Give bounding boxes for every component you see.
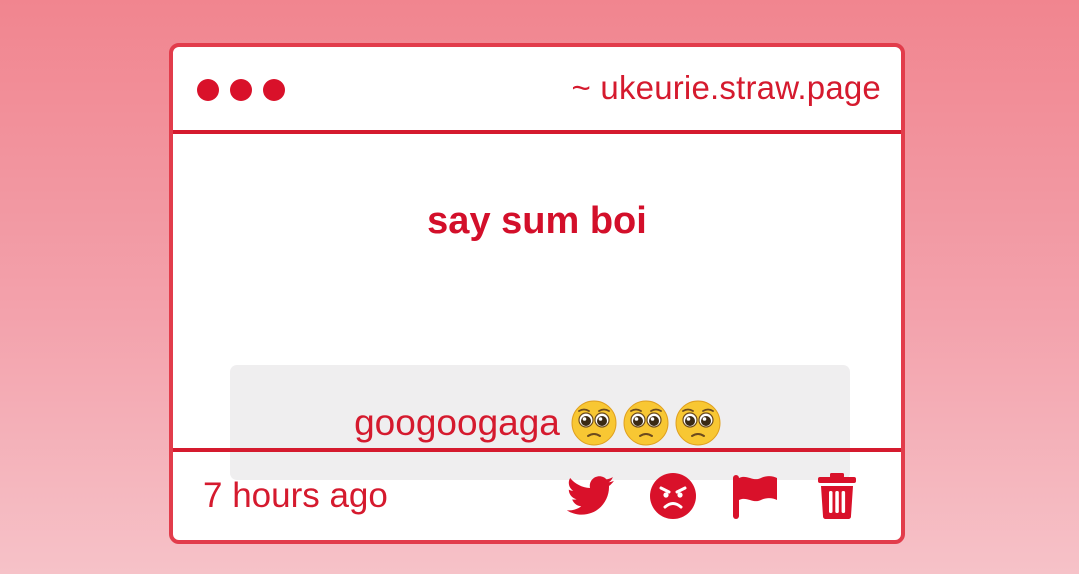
pleading-face-emoji bbox=[623, 400, 669, 445]
window-titlebar: ~ ukeurie.straw.page bbox=[173, 47, 901, 134]
post-timestamp: 7 hours ago bbox=[203, 476, 388, 515]
react-angry-button[interactable] bbox=[649, 472, 697, 520]
post-footer: 7 hours ago bbox=[173, 448, 901, 540]
twitter-icon bbox=[567, 476, 615, 515]
angry-face-icon bbox=[650, 473, 696, 519]
question-text: say sum boi bbox=[427, 200, 647, 242]
answer-text: googoogaga bbox=[354, 401, 560, 443]
post-actions bbox=[567, 472, 861, 520]
report-button[interactable] bbox=[731, 472, 779, 520]
window-dot bbox=[263, 79, 285, 101]
post-content: say sum boi googoogaga bbox=[173, 134, 901, 480]
delete-button[interactable] bbox=[813, 472, 861, 520]
window-dot bbox=[197, 79, 219, 101]
flag-icon bbox=[733, 475, 777, 519]
page-url[interactable]: ~ ukeurie.straw.page bbox=[572, 69, 881, 107]
pleading-face-emoji bbox=[675, 400, 721, 445]
post-card: ~ ukeurie.straw.page say sum boi googoog… bbox=[169, 43, 905, 544]
share-twitter-button[interactable] bbox=[567, 472, 615, 520]
window-dots bbox=[197, 79, 285, 101]
pleading-face-emoji bbox=[571, 400, 617, 445]
window-dot bbox=[230, 79, 252, 101]
trash-icon bbox=[818, 473, 856, 519]
